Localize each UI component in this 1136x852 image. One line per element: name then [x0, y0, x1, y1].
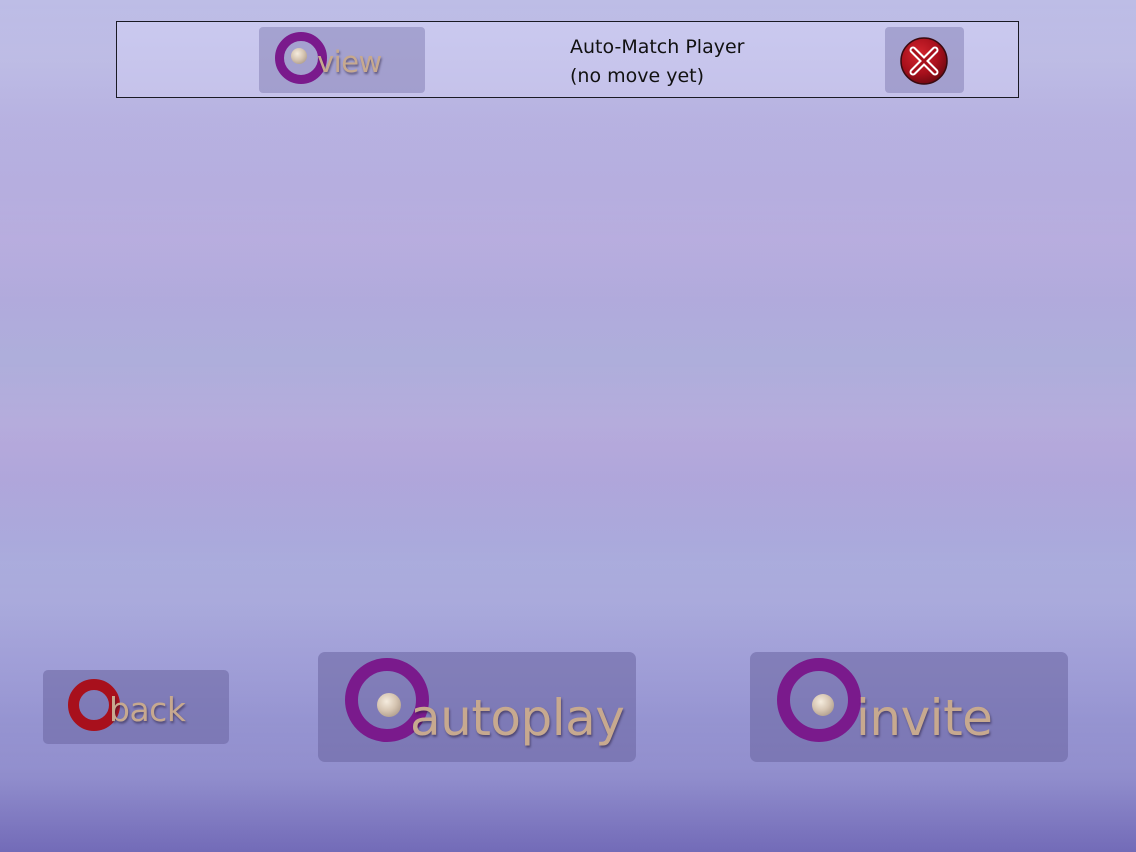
back-button[interactable]: back	[43, 670, 229, 744]
autoplay-button[interactable]: autoplay	[318, 652, 636, 762]
view-button-label: view	[317, 45, 382, 79]
invite-button-label: invite	[856, 689, 993, 747]
pearl-icon	[812, 694, 834, 716]
game-row: view Auto-Match Player (no move yet)	[116, 21, 1019, 98]
opponent-status: (no move yet)	[570, 65, 705, 87]
opponent-info: Auto-Match Player (no move yet)	[570, 33, 744, 91]
close-icon	[900, 37, 948, 85]
close-game-button[interactable]	[885, 27, 964, 93]
view-button[interactable]: view	[259, 27, 425, 93]
pearl-icon	[377, 693, 401, 717]
opponent-name: Auto-Match Player	[570, 36, 745, 58]
back-button-label: back	[109, 690, 186, 729]
pearl-icon	[291, 48, 307, 64]
invite-button[interactable]: invite	[750, 652, 1068, 762]
autoplay-button-label: autoplay	[410, 689, 625, 747]
